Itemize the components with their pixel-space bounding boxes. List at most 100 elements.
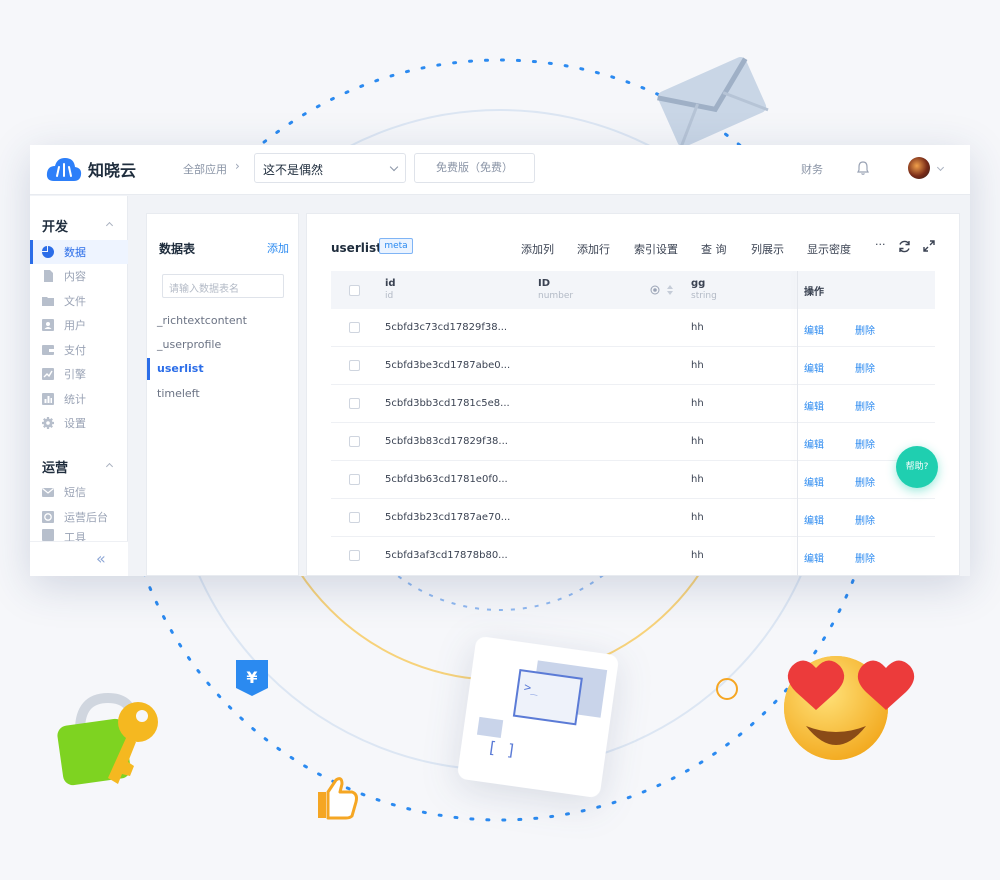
cell-id: 5cbfd3c73cd17829f38... xyxy=(385,322,508,333)
sidebar-item-data[interactable]: 数据 xyxy=(30,240,128,264)
query-button[interactable]: 查 询 xyxy=(701,241,727,257)
edit-button[interactable]: 编辑 xyxy=(804,360,824,375)
sidebar-item-payment[interactable]: 支付 xyxy=(30,338,128,362)
fullscreen-icon[interactable] xyxy=(923,240,935,252)
sidebar-item-files[interactable]: 文件 xyxy=(30,289,128,313)
row-checkbox[interactable] xyxy=(349,474,360,485)
add-table-button[interactable]: 添加 xyxy=(267,240,289,256)
column-header-ID[interactable]: ID number xyxy=(538,278,573,301)
select-all-checkbox[interactable] xyxy=(349,285,360,296)
table-row[interactable]: 5cbfd3bb3cd1781c5e8... hh 编辑 删除 xyxy=(331,385,935,423)
finance-link[interactable]: 财务 xyxy=(801,161,823,177)
sidebar-item-label: 引擎 xyxy=(64,368,86,381)
table-item-active[interactable]: userlist xyxy=(147,358,300,380)
table-row[interactable]: 5cbfd3c73cd17829f38... hh 编辑 删除 xyxy=(331,309,935,347)
row-checkbox[interactable] xyxy=(349,512,360,523)
sidebar-item-engine[interactable]: 引擎 xyxy=(30,362,128,386)
table-row[interactable]: 5cbfd3b63cd1781e0f0... hh 编辑 删除 xyxy=(331,461,935,499)
help-button[interactable]: 帮助? xyxy=(896,446,938,488)
sidebar-item-stats[interactable]: 统计 xyxy=(30,387,128,411)
table-row[interactable]: 5cbfd3b23cd1787ae70... hh 编辑 删除 xyxy=(331,499,935,537)
row-checkbox[interactable] xyxy=(349,550,360,561)
edit-button[interactable]: 编辑 xyxy=(804,550,824,565)
cell-gg: hh xyxy=(691,398,704,409)
bell-icon[interactable] xyxy=(857,161,869,175)
document-icon xyxy=(44,270,53,282)
index-settings-button[interactable]: 索引设置 xyxy=(634,241,678,257)
sidebar-item-label: 支付 xyxy=(64,344,86,357)
row-checkbox[interactable] xyxy=(349,360,360,371)
column-name: ID xyxy=(538,278,551,289)
delete-button[interactable]: 删除 xyxy=(855,512,875,527)
bar-chart-icon xyxy=(42,393,54,405)
envelope-icon xyxy=(657,56,769,150)
sidebar-group-ops[interactable]: 运营 xyxy=(42,457,68,476)
delete-button[interactable]: 删除 xyxy=(855,398,875,413)
column-display-button[interactable]: 列展示 xyxy=(751,241,784,257)
sidebar-item-content[interactable]: 内容 xyxy=(30,264,128,288)
sidebar-item-tools[interactable]: 工具 xyxy=(30,529,128,541)
index-icon[interactable] xyxy=(650,285,660,295)
column-header-gg[interactable]: gg string xyxy=(691,278,717,301)
cell-id: 5cbfd3b23cd1787ae70... xyxy=(385,512,511,523)
cell-id: 5cbfd3af3cd17878b80... xyxy=(385,550,508,561)
sidebar-item-label: 工具 xyxy=(64,531,86,541)
sort-icon[interactable] xyxy=(667,284,673,296)
table-search-input[interactable]: 请输入数据表名 xyxy=(162,274,284,298)
cell-gg: hh xyxy=(691,322,704,333)
column-name: id xyxy=(385,278,396,289)
sidebar-group-dev[interactable]: 开发 xyxy=(42,216,68,235)
delete-button[interactable]: 删除 xyxy=(855,474,875,489)
svg-text:¥: ¥ xyxy=(246,668,257,687)
edit-button[interactable]: 编辑 xyxy=(804,512,824,527)
delete-button[interactable]: 删除 xyxy=(855,550,875,565)
delete-button[interactable]: 删除 xyxy=(855,436,875,451)
app-logo[interactable]: 知晓云 xyxy=(46,155,136,183)
row-checkbox[interactable] xyxy=(349,322,360,333)
sidebar-item-sms[interactable]: 短信 xyxy=(30,480,128,504)
edit-button[interactable]: 编辑 xyxy=(804,436,824,451)
delete-button[interactable]: 删除 xyxy=(855,360,875,375)
add-column-button[interactable]: 添加列 xyxy=(521,241,554,257)
mail-icon xyxy=(42,488,54,497)
cell-gg: hh xyxy=(691,474,704,485)
edit-button[interactable]: 编辑 xyxy=(804,474,824,489)
wallet-icon xyxy=(42,345,54,355)
trend-chart-icon xyxy=(42,368,54,380)
sidebar-item-users[interactable]: 用户 xyxy=(30,313,128,337)
edit-button[interactable]: 编辑 xyxy=(804,398,824,413)
display-density-button[interactable]: 显示密度 xyxy=(807,241,851,257)
chevron-up-icon[interactable] xyxy=(105,221,114,230)
collapse-sidebar-button[interactable]: « xyxy=(96,549,106,568)
chevron-down-icon[interactable] xyxy=(936,163,945,172)
chevron-up-icon[interactable] xyxy=(105,462,114,471)
avatar[interactable] xyxy=(908,157,930,179)
table-row[interactable]: 5cbfd3b83cd17829f38... hh 编辑 删除 xyxy=(331,423,935,461)
sidebar-item-label: 用户 xyxy=(64,319,86,332)
table-item[interactable]: _richtextcontent xyxy=(147,310,300,332)
app-select[interactable]: 这不是偶然 xyxy=(254,153,406,183)
sidebar-item-ops-admin[interactable]: 运营后台 xyxy=(30,505,128,529)
breadcrumb-all-apps[interactable]: 全部应用 xyxy=(183,161,227,177)
sidebar-item-label: 内容 xyxy=(64,270,86,283)
cell-gg: hh xyxy=(691,360,704,371)
table-row[interactable]: 5cbfd3af3cd17878b80... hh 编辑 删除 xyxy=(331,537,935,575)
delete-button[interactable]: 删除 xyxy=(855,322,875,337)
more-button[interactable]: ··· xyxy=(875,238,886,251)
plan-button[interactable]: 免费版（免费） xyxy=(414,153,535,183)
sidebar-item-label: 数据 xyxy=(64,246,86,259)
column-name: 操作 xyxy=(804,287,824,298)
table-row[interactable]: 5cbfd3be3cd1787abe0... hh 编辑 删除 xyxy=(331,347,935,385)
meta-tag[interactable]: meta xyxy=(379,238,413,254)
edit-button[interactable]: 编辑 xyxy=(804,322,824,337)
table-item[interactable]: timeleft xyxy=(147,383,300,405)
add-row-button[interactable]: 添加行 xyxy=(577,241,610,257)
row-checkbox[interactable] xyxy=(349,436,360,447)
table-item[interactable]: _userprofile xyxy=(147,334,300,356)
column-header-id[interactable]: id id xyxy=(385,278,396,301)
row-checkbox[interactable] xyxy=(349,398,360,409)
main-panel: userlist meta 添加列 添加行 索引设置 查 询 列展示 显示密度 … xyxy=(306,213,960,576)
refresh-icon[interactable] xyxy=(898,240,911,253)
cloud-logo-icon xyxy=(46,158,82,181)
sidebar-item-settings[interactable]: 设置 xyxy=(30,411,128,435)
